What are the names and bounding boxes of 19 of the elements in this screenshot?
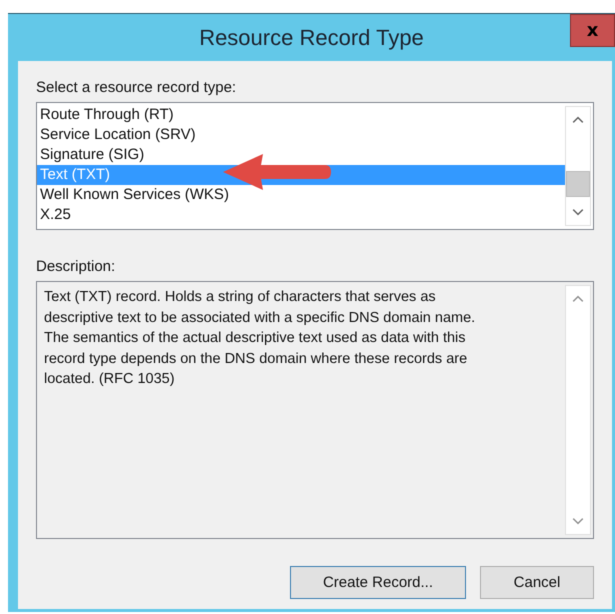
scrollbar[interactable] xyxy=(565,285,591,535)
create-record-button[interactable]: Create Record... xyxy=(290,566,466,599)
list-item[interactable]: Service Location (SRV) xyxy=(37,125,565,145)
scroll-up-icon[interactable] xyxy=(572,116,584,124)
list-item[interactable]: Route Through (RT) xyxy=(37,105,565,125)
scroll-up-icon[interactable] xyxy=(572,295,584,303)
description-label: Description: xyxy=(36,258,116,275)
window-title: Resource Record Type xyxy=(199,24,424,50)
scroll-down-icon[interactable] xyxy=(572,517,584,525)
list-label: Select a resource record type: xyxy=(36,79,236,96)
list-item[interactable]: Well Known Services (WKS) xyxy=(37,185,565,205)
scroll-down-icon[interactable] xyxy=(572,208,584,216)
list-item[interactable]: Signature (SIG) xyxy=(37,145,565,165)
cancel-button[interactable]: Cancel xyxy=(480,566,594,599)
scrollbar-thumb[interactable] xyxy=(566,171,590,197)
scrollbar[interactable] xyxy=(565,106,591,226)
list-item[interactable]: X.25 xyxy=(37,205,565,225)
close-button[interactable]: x xyxy=(570,14,615,47)
description-text: Text (TXT) record. Holds a string of characters that serves as descriptive text to be associated with a specific DNS domain name. The semantics of the actual descriptive text used as data with this record type depends on the DNS domain where these records are located. (RFC 1035) xyxy=(43,288,476,389)
